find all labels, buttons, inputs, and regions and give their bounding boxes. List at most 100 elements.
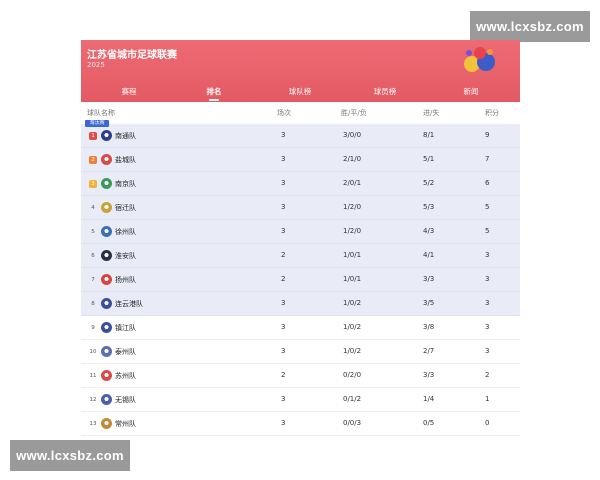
team-name[interactable]: 泰州队 xyxy=(115,347,136,357)
points: 3 xyxy=(485,251,490,259)
points: 7 xyxy=(485,155,490,163)
team-name[interactable]: 苏州队 xyxy=(115,371,136,381)
rank-number: 9 xyxy=(91,325,95,331)
matches-played: 2 xyxy=(281,371,286,379)
goals-for-against: 1/4 xyxy=(423,395,435,403)
points: 3 xyxy=(485,275,490,283)
watermark-bottom: www.lcxsbz.com xyxy=(10,440,130,471)
rank-badge: 1 xyxy=(89,132,97,140)
rank-number: 10 xyxy=(89,349,97,355)
team-name[interactable]: 盐城队 xyxy=(115,155,136,165)
matches-played: 3 xyxy=(281,203,286,211)
team-crest-icon xyxy=(101,298,112,309)
table-row[interactable]: 9 镇江队 3 1/0/2 3/8 3 xyxy=(81,316,520,340)
table-row[interactable]: 5 徐州队 3 1/2/0 4/3 5 xyxy=(81,220,520,244)
team-crest-icon xyxy=(101,178,112,189)
table-row[interactable]: 11 苏州队 2 0/2/0 3/3 2 xyxy=(81,364,520,388)
table-row[interactable]: 6 淮安队 2 1/0/1 4/1 3 xyxy=(81,244,520,268)
win-draw-loss: 1/2/0 xyxy=(343,203,362,211)
matches-played: 3 xyxy=(281,131,286,139)
team-crest-icon xyxy=(101,226,112,237)
team-crest-icon xyxy=(101,202,112,213)
league-title: 江苏省城市足球联赛 xyxy=(87,50,177,61)
rank-number: 7 xyxy=(91,277,95,283)
team-name[interactable]: 淮安队 xyxy=(115,251,136,261)
table-row[interactable]: 4 宿迁队 3 1/2/0 5/3 5 xyxy=(81,196,520,220)
league-header: 江苏省城市足球联赛 2025 赛程 排名 球队榜 球员榜 新闻 xyxy=(81,40,520,102)
table-row[interactable]: 10 泰州队 3 1/0/2 2/7 3 xyxy=(81,340,520,364)
team-crest-icon xyxy=(101,322,112,333)
points: 9 xyxy=(485,131,490,139)
table-row[interactable]: 8 连云港队 3 1/0/2 3/5 3 xyxy=(81,292,520,316)
col-played: 场次 xyxy=(277,109,291,117)
matches-played: 3 xyxy=(281,227,286,235)
win-draw-loss: 0/0/3 xyxy=(343,419,362,427)
points: 3 xyxy=(485,299,490,307)
goals-for-against: 2/7 xyxy=(423,347,435,355)
win-draw-loss: 1/0/2 xyxy=(343,323,362,331)
promotion-tag: 淘汰赛 xyxy=(85,120,109,127)
table-row[interactable]: 1 南通队 3 3/0/0 8/1 9 xyxy=(81,124,520,148)
goals-for-against: 5/1 xyxy=(423,155,435,163)
rank-badge: 3 xyxy=(89,180,97,188)
rank-number: 11 xyxy=(89,373,97,379)
tab-bar: 赛程 排名 球队榜 球员榜 新闻 xyxy=(81,83,520,102)
team-crest-icon xyxy=(101,370,112,381)
table-header: 球队名称 场次 胜/平/负 进/失 积分 xyxy=(81,102,520,122)
goals-for-against: 3/3 xyxy=(423,275,435,283)
rank-number: 12 xyxy=(89,397,97,403)
win-draw-loss: 1/0/1 xyxy=(343,251,362,259)
matches-played: 3 xyxy=(281,323,286,331)
matches-played: 2 xyxy=(281,275,286,283)
points: 2 xyxy=(485,371,490,379)
tab-schedule[interactable]: 赛程 xyxy=(122,86,137,97)
team-name[interactable]: 镇江队 xyxy=(115,323,136,333)
team-crest-icon xyxy=(101,394,112,405)
points: 0 xyxy=(485,419,490,427)
matches-played: 3 xyxy=(281,299,286,307)
team-name[interactable]: 连云港队 xyxy=(115,299,143,309)
team-name[interactable]: 常州队 xyxy=(115,419,136,429)
goals-for-against: 5/3 xyxy=(423,203,435,211)
rank-number: 5 xyxy=(91,229,95,235)
table-row[interactable]: 3 南京队 3 2/0/1 5/2 6 xyxy=(81,172,520,196)
matches-played: 3 xyxy=(281,419,286,427)
league-logo-icon xyxy=(464,47,495,72)
col-wdl: 胜/平/负 xyxy=(341,109,367,117)
goals-for-against: 8/1 xyxy=(423,131,435,139)
team-crest-icon xyxy=(101,154,112,165)
team-name[interactable]: 徐州队 xyxy=(115,227,136,237)
team-name[interactable]: 南京队 xyxy=(115,179,136,189)
points: 3 xyxy=(485,323,490,331)
team-name[interactable]: 南通队 xyxy=(115,131,136,141)
col-goals: 进/失 xyxy=(423,109,440,117)
team-name[interactable]: 宿迁队 xyxy=(115,203,136,213)
team-crest-icon xyxy=(101,418,112,429)
goals-for-against: 4/1 xyxy=(423,251,435,259)
points: 1 xyxy=(485,395,490,403)
tab-news[interactable]: 新闻 xyxy=(464,86,479,97)
win-draw-loss: 0/2/0 xyxy=(343,371,362,379)
goals-for-against: 3/8 xyxy=(423,323,435,331)
win-draw-loss: 1/0/2 xyxy=(343,347,362,355)
goals-for-against: 3/3 xyxy=(423,371,435,379)
tab-player-rankings[interactable]: 球员榜 xyxy=(374,86,397,97)
table-row[interactable]: 7 扬州队 2 1/0/1 3/3 3 xyxy=(81,268,520,292)
league-season: 2025 xyxy=(87,61,105,69)
table-row[interactable]: 13 常州队 3 0/0/3 0/5 0 xyxy=(81,412,520,436)
col-points: 积分 xyxy=(485,109,499,117)
table-row[interactable]: 12 无锡队 3 0/1/2 1/4 1 xyxy=(81,388,520,412)
tab-team-rankings[interactable]: 球队榜 xyxy=(289,86,312,97)
win-draw-loss: 1/0/1 xyxy=(343,275,362,283)
rank-number: 8 xyxy=(91,301,95,307)
team-crest-icon xyxy=(101,130,112,141)
goals-for-against: 5/2 xyxy=(423,179,435,187)
team-name[interactable]: 扬州队 xyxy=(115,275,136,285)
points: 3 xyxy=(485,347,490,355)
tab-standings[interactable]: 排名 xyxy=(207,86,222,97)
win-draw-loss: 2/1/0 xyxy=(343,155,362,163)
matches-played: 2 xyxy=(281,251,286,259)
table-row[interactable]: 2 盐城队 3 2/1/0 5/1 7 xyxy=(81,148,520,172)
team-name[interactable]: 无锡队 xyxy=(115,395,136,405)
team-crest-icon xyxy=(101,274,112,285)
